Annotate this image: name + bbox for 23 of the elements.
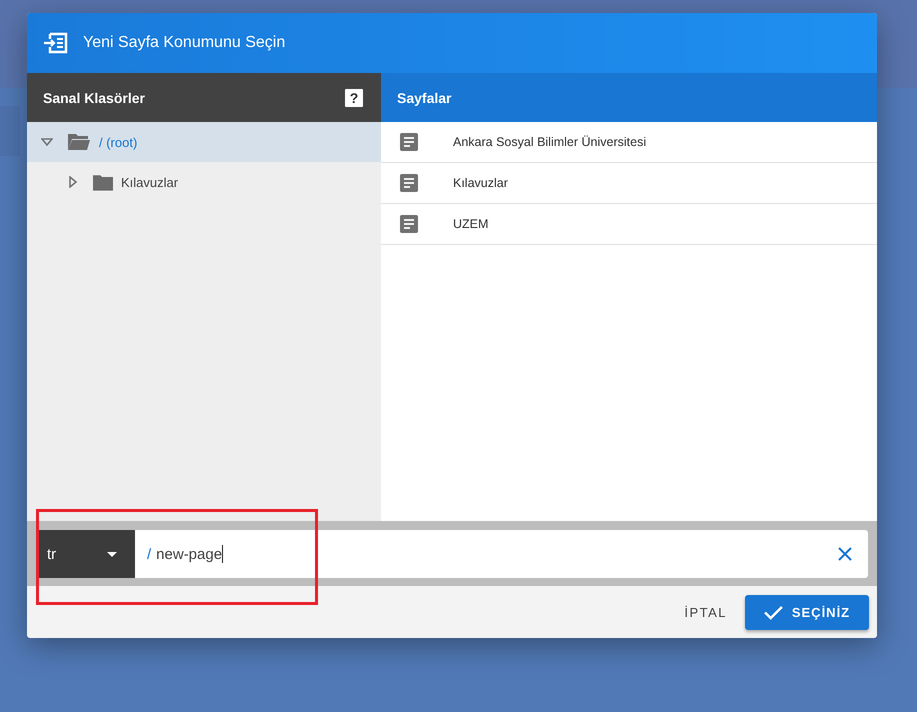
folder-icon	[93, 174, 113, 190]
check-icon	[764, 604, 783, 620]
help-button[interactable]: ?	[345, 88, 363, 106]
open-folder-icon	[67, 133, 91, 151]
close-icon[interactable]	[838, 547, 852, 561]
page-item[interactable]: UZEM	[381, 204, 877, 245]
page-item[interactable]: Ankara Sosyal Bilimler Üniversitesi	[381, 122, 877, 163]
folder-item[interactable]: Kılavuzlar	[27, 162, 381, 202]
path-field[interactable]: / new-page	[135, 530, 868, 578]
locale-select[interactable]: tr	[37, 530, 135, 578]
document-icon	[400, 215, 418, 233]
dropdown-icon	[107, 552, 117, 556]
page-item[interactable]: Kılavuzlar	[381, 163, 877, 204]
cancel-button[interactable]: İPTAL	[684, 596, 727, 628]
document-icon	[400, 174, 418, 192]
pages-header: Sayfalar	[397, 90, 452, 106]
caret-icon	[67, 176, 79, 188]
confirm-button[interactable]: SEÇİNİZ	[745, 594, 869, 630]
folders-header: Sanal Klasörler	[43, 90, 145, 106]
dialog-title: Yeni Sayfa Konumunu Seçin	[83, 34, 286, 52]
move-page-icon	[43, 32, 69, 54]
document-icon	[400, 133, 418, 151]
caret-icon	[41, 136, 53, 148]
